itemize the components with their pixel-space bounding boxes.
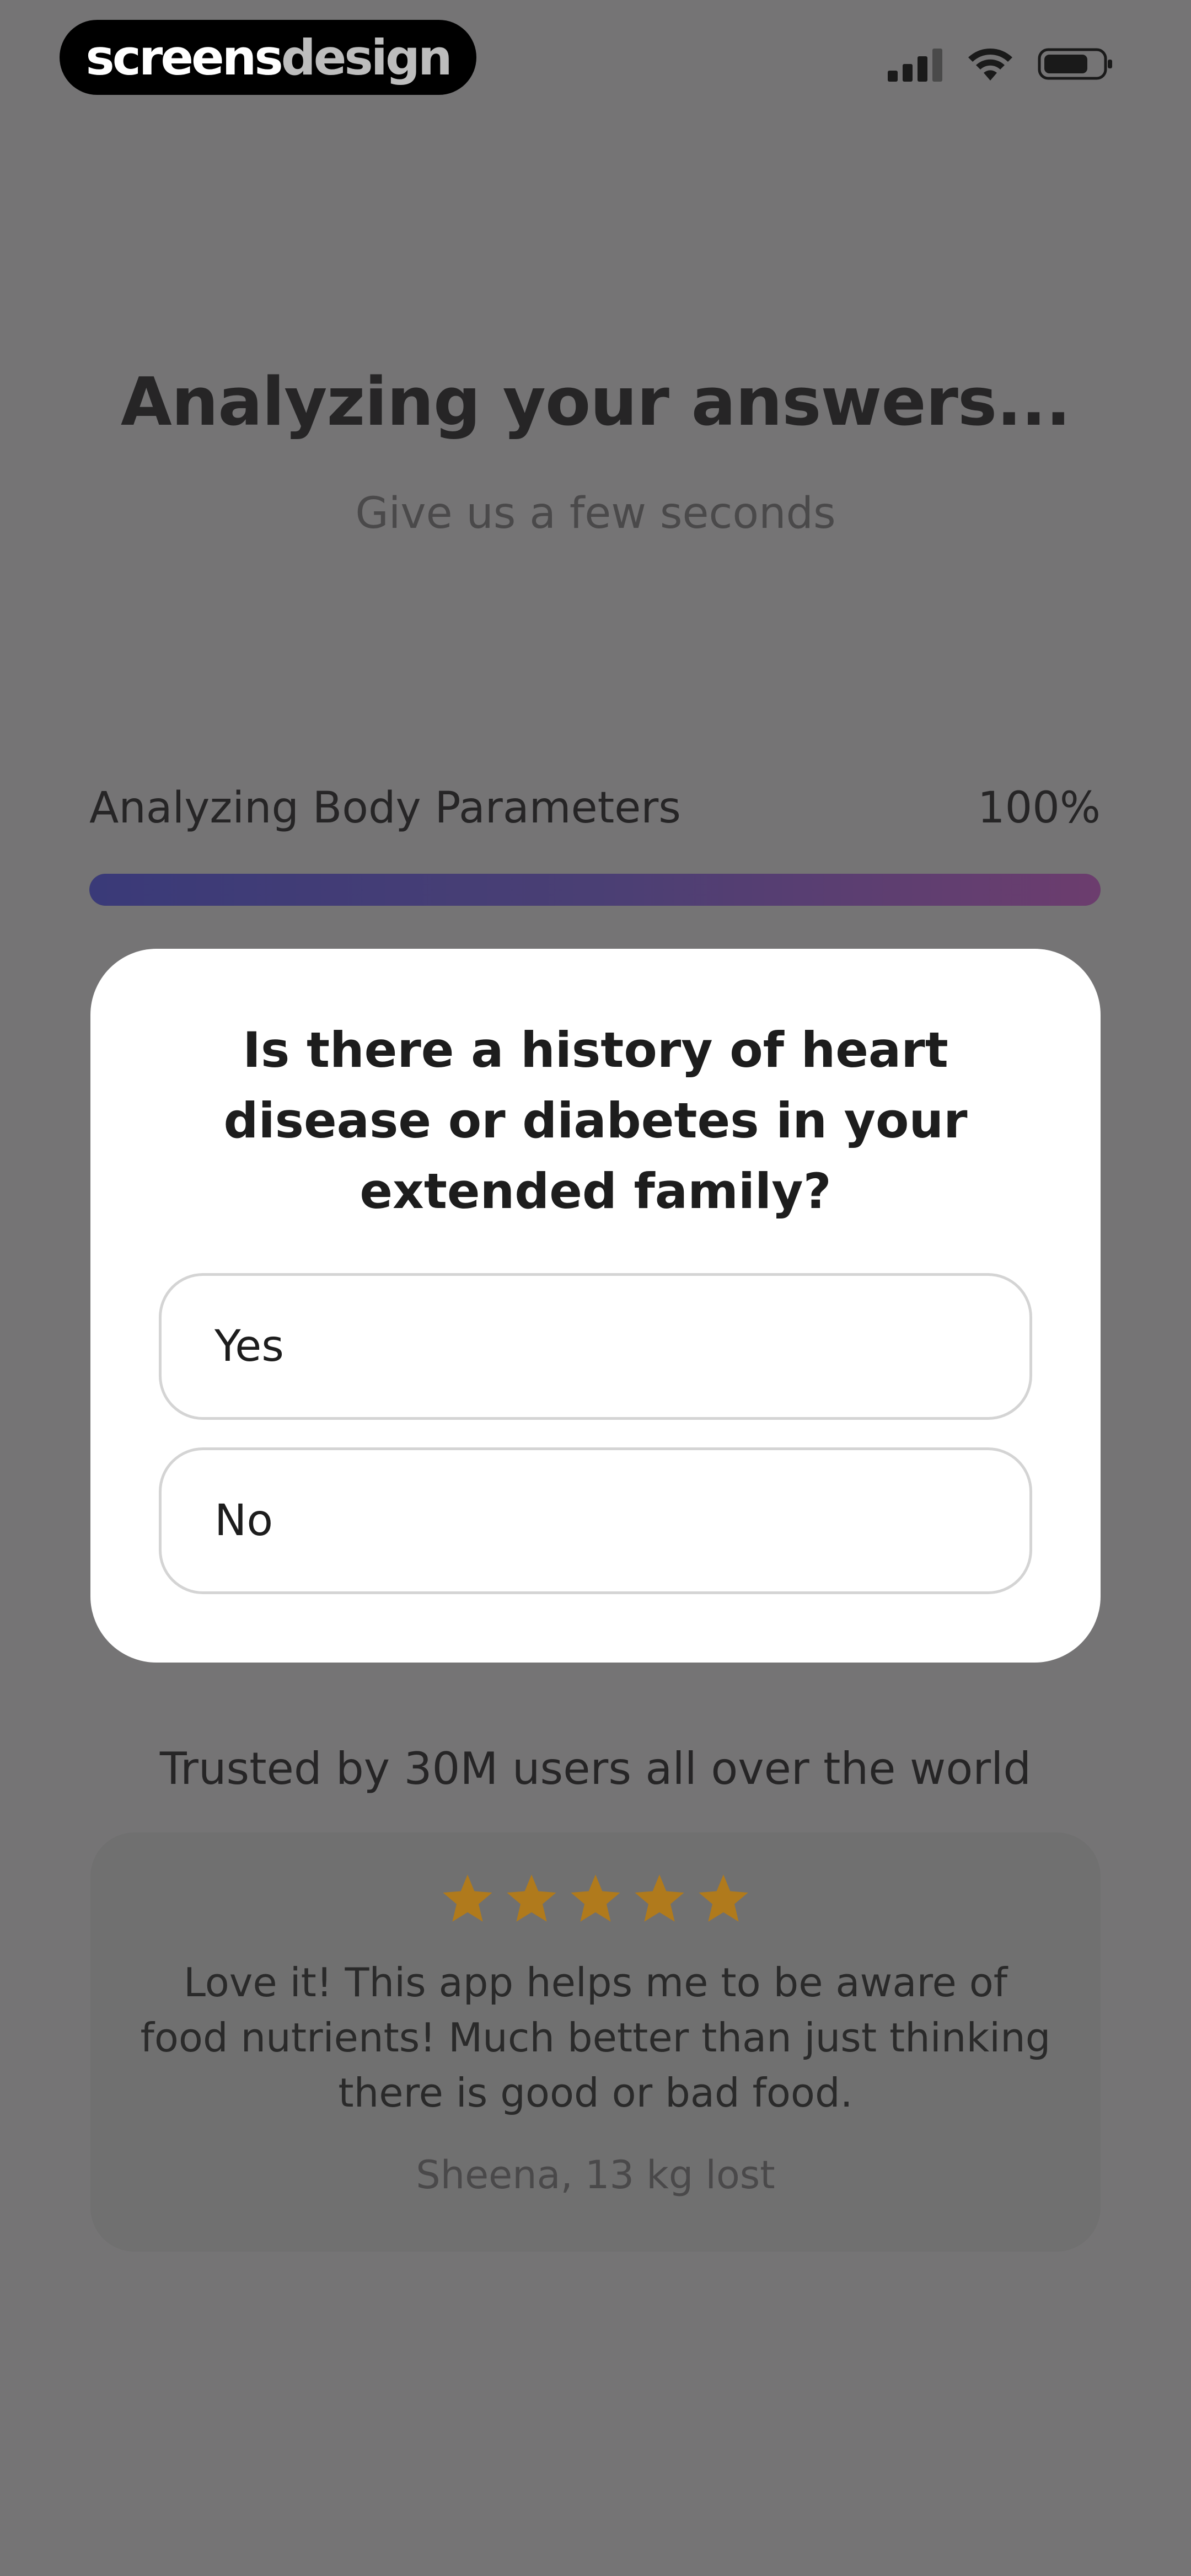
brand-text-screens: screens bbox=[85, 29, 283, 86]
page-title: Analyzing your answers... bbox=[120, 364, 1071, 441]
status-bar-icons bbox=[888, 46, 1114, 82]
page-subtitle: Give us a few seconds bbox=[355, 489, 836, 538]
progress-bar-fill bbox=[89, 874, 1101, 906]
brand-badge: screens design bbox=[60, 20, 476, 95]
option-yes-button[interactable]: Yes bbox=[159, 1273, 1032, 1420]
option-yes-label: Yes bbox=[214, 1322, 284, 1371]
star-icon bbox=[699, 1874, 748, 1922]
star-icon bbox=[635, 1874, 684, 1922]
question-modal: Is there a history of heart disease or d… bbox=[90, 949, 1101, 1663]
signal-icon bbox=[888, 49, 942, 82]
star-icon bbox=[507, 1874, 556, 1922]
review-card: Love it! This app helps me to be aware o… bbox=[90, 1832, 1101, 2252]
progress-percentage: 100% bbox=[978, 783, 1101, 833]
rating-stars bbox=[90, 1871, 1101, 1927]
option-no-button[interactable]: No bbox=[159, 1447, 1032, 1594]
trust-text: Trusted by 30M users all over the world bbox=[159, 1743, 1032, 1794]
review-text: Love it! This app helps me to be aware o… bbox=[140, 1959, 1051, 2116]
progress-label: Analyzing Body Parameters bbox=[89, 783, 681, 833]
star-icon bbox=[571, 1874, 620, 1922]
progress-bar bbox=[89, 874, 1101, 906]
modal-question: Is there a history of heart disease or d… bbox=[223, 1022, 968, 1220]
battery-icon bbox=[1038, 48, 1112, 80]
star-icon bbox=[443, 1874, 492, 1922]
review-author: Sheena, 13 kg lost bbox=[416, 2152, 775, 2198]
brand-text-design: design bbox=[281, 29, 453, 86]
option-no-label: No bbox=[214, 1496, 273, 1546]
wifi-icon bbox=[968, 49, 1012, 81]
